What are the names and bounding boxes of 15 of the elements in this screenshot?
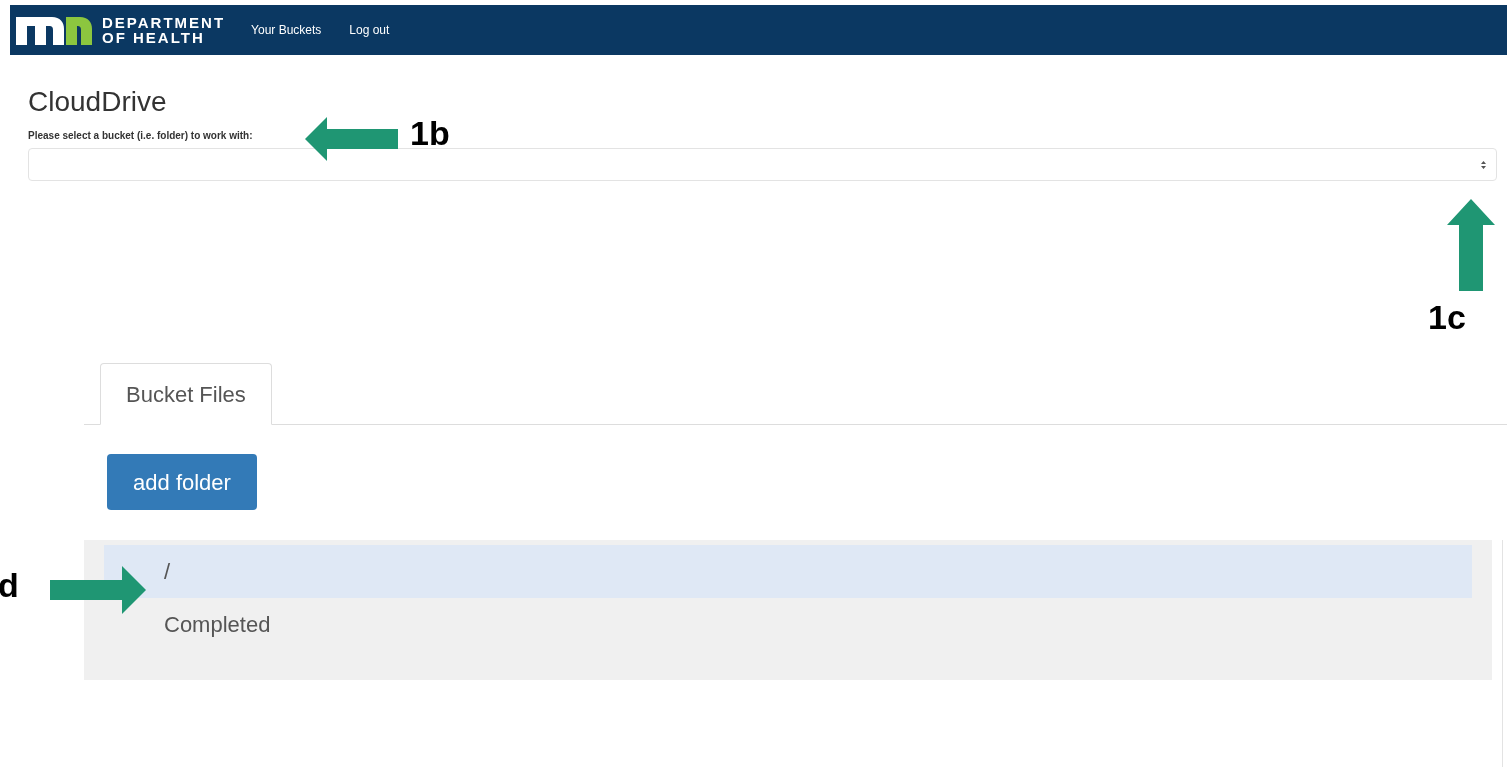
bucket-select[interactable] (28, 148, 1497, 181)
add-folder-button[interactable]: add folder (107, 454, 257, 510)
select-label: Please select a bucket (i.e. folder) to work with: (28, 129, 253, 143)
sort-caret-icon (1481, 160, 1486, 169)
callout-label: 1c (1428, 297, 1466, 337)
brand-text: DEPARTMENT (102, 15, 226, 30)
nav-link[interactable]: Log out (349, 21, 390, 39)
page-title: CloudDrive (28, 85, 168, 119)
tab[interactable]: Bucket Files (100, 363, 272, 425)
folder-item[interactable]: / (104, 545, 1472, 598)
logo-icon (16, 15, 92, 45)
nav-link[interactable]: Your Buckets (251, 21, 322, 39)
callout-label: d (0, 565, 19, 605)
callout-label: 1b (410, 113, 450, 153)
brand-text: OF HEALTH (102, 30, 206, 45)
